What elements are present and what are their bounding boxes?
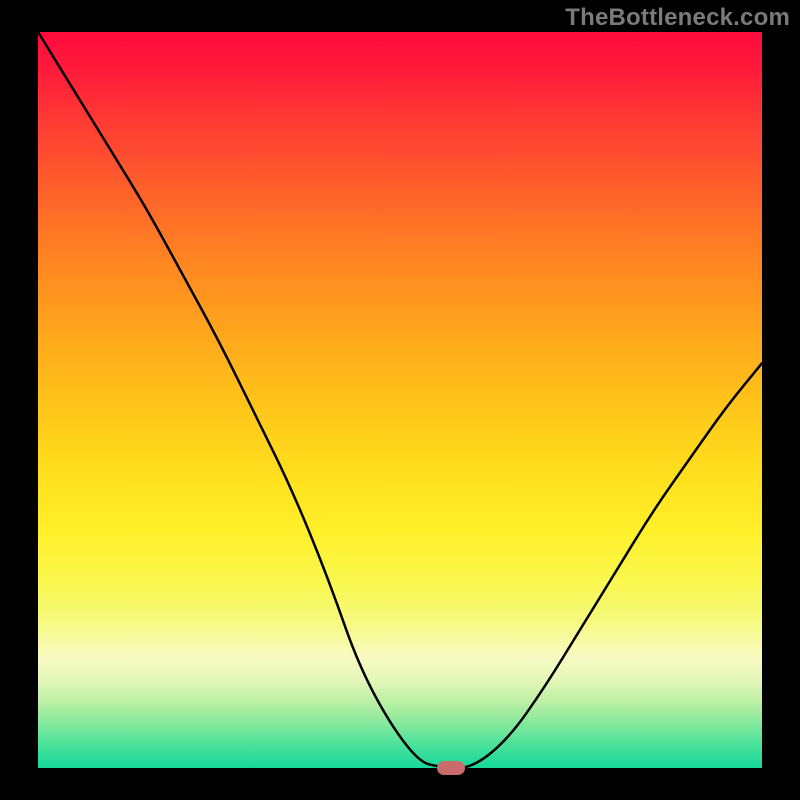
optimal-point-marker [437,761,465,775]
watermark-text: TheBottleneck.com [565,4,790,32]
gradient-plot-area [38,32,762,768]
chart-frame: TheBottleneck.com [0,0,800,800]
